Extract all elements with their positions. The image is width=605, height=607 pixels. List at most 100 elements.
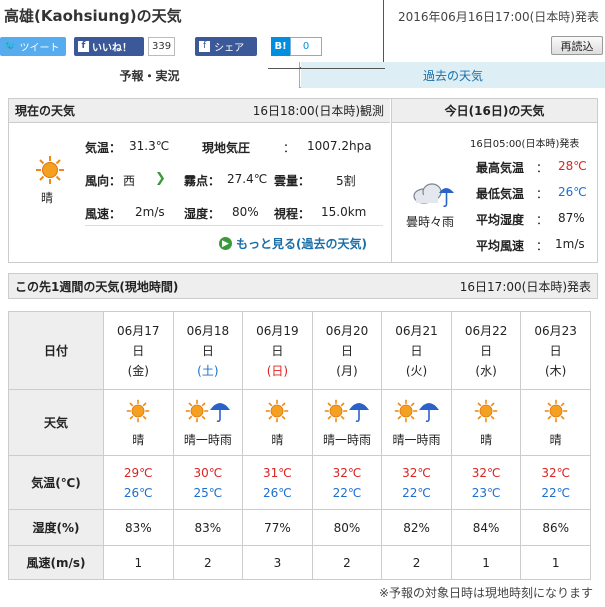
weather-cell: 晴 bbox=[103, 389, 174, 456]
facebook-f-icon: f bbox=[199, 40, 211, 52]
today-issued-time: 16日05:00(日本時)発表 bbox=[470, 139, 580, 150]
date-dow: (水) bbox=[475, 363, 497, 378]
more-link[interactable]: ▶ もっと見る(過去の天気) bbox=[219, 235, 367, 252]
humidity-cell: 80% bbox=[311, 509, 383, 546]
date-cell: 06月19 日 (日) bbox=[242, 311, 313, 390]
weather-label: 晴一時雨 bbox=[392, 433, 441, 447]
row-label-humidity: 湿度(%) bbox=[8, 509, 104, 546]
humidity-value: 80% bbox=[232, 205, 259, 219]
colon: ： bbox=[536, 187, 549, 201]
sunny-icon bbox=[127, 399, 150, 423]
tab-bar: 予報・実況 過去の天気 bbox=[0, 62, 605, 88]
like-button[interactable]: f いいね！ bbox=[74, 36, 144, 56]
weather-label: 晴 bbox=[480, 433, 493, 447]
date-day: 日 bbox=[410, 343, 423, 358]
hatena-bookmark-button[interactable]: B! 0 bbox=[271, 36, 323, 56]
avg-wind-value: 1m/s bbox=[555, 237, 585, 251]
weather-icon-group bbox=[521, 397, 590, 425]
current-weather-panel: 現在の天気 16日18:00(日本時)観測 晴 気温： 31.3℃ 現地気圧 ：… bbox=[8, 98, 598, 263]
weather-icon-group bbox=[313, 397, 382, 425]
max-temp: 32℃ bbox=[332, 465, 362, 480]
wind-cell: 1 bbox=[103, 545, 174, 580]
min-temp-label: 最低気温 bbox=[476, 187, 525, 201]
max-temp-label: 最高気温 bbox=[476, 161, 525, 175]
weather-icon-group bbox=[174, 397, 243, 425]
temp-cell: 29℃ 26℃ bbox=[103, 455, 174, 510]
weather-icon-group bbox=[243, 397, 312, 425]
humidity-label: 湿度： bbox=[184, 207, 221, 221]
colon: ： bbox=[536, 239, 549, 253]
avg-humidity-value: 87% bbox=[558, 211, 585, 225]
date-day: 日 bbox=[549, 343, 562, 358]
weather-cell: 晴 bbox=[450, 389, 522, 456]
date-cell: 06月18 日 (土) bbox=[172, 311, 244, 390]
date-md: 06月18 bbox=[186, 323, 230, 338]
sunny-icon bbox=[185, 399, 209, 423]
umbrella-icon bbox=[418, 403, 439, 423]
humidity-row: 湿度(%) 83% 83% 77% 80% 82% 84% 86% bbox=[8, 509, 591, 546]
divider bbox=[268, 68, 385, 69]
umbrella-icon bbox=[348, 403, 369, 423]
today-weather-label: 曇時々雨 bbox=[406, 215, 455, 229]
row-label-date: 日付 bbox=[8, 311, 104, 390]
tab-forecast[interactable]: 予報・実況 bbox=[0, 62, 300, 88]
row-label-temp: 気温(℃) bbox=[8, 455, 104, 510]
humidity-cell: 84% bbox=[450, 509, 522, 546]
wind-speed-value: 2m/s bbox=[135, 205, 165, 219]
week-forecast-table: 日付 06月17 日 (金) 06月18 日 (土) 06月19 日 (日) 06月20 日 (月) 0… bbox=[8, 311, 591, 580]
reload-button[interactable]: 再読込 bbox=[551, 36, 603, 55]
wind-direction-value: 西 bbox=[123, 174, 136, 188]
wind-row: 風速(m/s) 1232211 bbox=[8, 545, 591, 580]
temp-row: 気温(℃) 29℃ 26℃ 30℃ 25℃ 31℃ 26℃ 32℃ 22℃ 32℃ 22℃ 32℃ 2… bbox=[8, 455, 591, 510]
min-temp: 25℃ bbox=[193, 485, 223, 500]
weather-cell: 晴一時雨 bbox=[311, 389, 383, 456]
date-day: 日 bbox=[132, 343, 145, 358]
temp-label: 気温： bbox=[85, 141, 122, 155]
arrow-right-icon: ▶ bbox=[219, 237, 232, 250]
weather-label: 晴一時雨 bbox=[183, 433, 232, 447]
date-cell: 06月20 日 (月) bbox=[311, 311, 383, 390]
divider bbox=[85, 225, 383, 226]
wind-cell: 2 bbox=[311, 545, 383, 580]
weather-cell: 晴一時雨 bbox=[381, 389, 452, 456]
date-cell: 06月17 日 (金) bbox=[103, 311, 174, 390]
date-cell: 06月23 日 (木) bbox=[520, 311, 591, 390]
date-cell: 06月21 日 (火) bbox=[381, 311, 452, 390]
date-day: 日 bbox=[340, 343, 353, 358]
tweet-button[interactable]: 🐦 ツイート bbox=[0, 36, 66, 56]
min-temp: 23℃ bbox=[471, 485, 501, 500]
min-temp: 22℃ bbox=[332, 485, 362, 500]
wind-cell: 2 bbox=[172, 545, 244, 580]
hatena-icon: B! bbox=[271, 36, 291, 56]
date-day: 日 bbox=[480, 343, 493, 358]
footnote: ※予報の対象日時は現地時刻になります bbox=[378, 586, 593, 600]
date-cell: 06月22 日 (水) bbox=[450, 311, 522, 390]
weather-label: 晴一時雨 bbox=[322, 433, 371, 447]
wind-arrow-icon: ❯ bbox=[155, 171, 166, 186]
week-issued-time: 16日17:00(日本時)発表 bbox=[459, 279, 591, 294]
date-md: 06月19 bbox=[256, 323, 299, 338]
today-weather-header: 今日(16日)の天気 bbox=[392, 99, 597, 123]
pressure-colon: ： bbox=[283, 141, 296, 155]
temp-value: 31.3℃ bbox=[129, 139, 170, 153]
sunny-icon bbox=[35, 155, 65, 188]
humidity-cell: 83% bbox=[103, 509, 174, 546]
tab-past-weather[interactable]: 過去の天気 bbox=[301, 62, 605, 88]
temp-cell: 32℃ 23℃ bbox=[450, 455, 522, 510]
date-dow: (木) bbox=[545, 363, 567, 378]
wind-cell: 1 bbox=[520, 545, 591, 580]
max-temp: 31℃ bbox=[263, 465, 292, 480]
weather-label: 晴 bbox=[132, 433, 145, 447]
humidity-cell: 86% bbox=[520, 509, 591, 546]
max-temp: 32℃ bbox=[471, 465, 501, 480]
weather-row: 天気 晴 晴一時雨 晴 晴一時雨 晴一時雨 晴 晴 bbox=[8, 389, 591, 456]
date-dow: (日) bbox=[266, 363, 289, 378]
humidity-cell: 77% bbox=[242, 509, 313, 546]
hatena-count: 0 bbox=[290, 36, 323, 56]
weather-icon-group bbox=[104, 397, 173, 425]
share-button[interactable]: f シェア bbox=[195, 36, 258, 56]
date-md: 06月23 bbox=[534, 323, 577, 338]
wind-cell: 2 bbox=[381, 545, 452, 580]
current-weather-header: 現在の天気 16日18:00(日本時)観測 bbox=[9, 99, 390, 123]
social-buttons: 🐦 ツイート f いいね！ 339 f シェア B! 0 bbox=[0, 36, 323, 56]
